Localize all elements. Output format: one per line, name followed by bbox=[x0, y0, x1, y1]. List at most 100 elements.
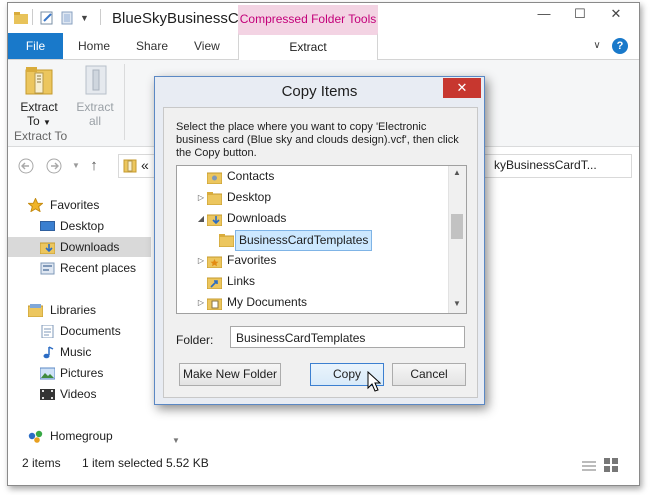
extract-to-label-2: To bbox=[27, 114, 40, 128]
tab-file[interactable]: File bbox=[8, 33, 63, 59]
sidebar-label: Recent places bbox=[60, 261, 137, 275]
sidebar-label: Documents bbox=[60, 324, 121, 338]
tree-item-links[interactable]: Links bbox=[177, 271, 447, 292]
scroll-up-icon[interactable]: ▲ bbox=[453, 168, 461, 177]
extract-to-label: Extract bbox=[20, 100, 58, 114]
tree-label: Links bbox=[227, 274, 256, 288]
back-icon[interactable] bbox=[18, 158, 34, 174]
close-icon[interactable]: ✕ bbox=[600, 3, 632, 25]
window-title: BlueSkyBusinessC... bbox=[112, 10, 252, 27]
status-bar: 2 items 1 item selected 5.52 KB bbox=[8, 451, 639, 475]
extract-to-button[interactable]: Extract To ▼ bbox=[14, 62, 64, 128]
sidebar-label: Pictures bbox=[60, 366, 104, 380]
folder-icon bbox=[206, 191, 223, 206]
sidebar-item-desktop[interactable]: Desktop bbox=[8, 216, 168, 236]
desktop-icon bbox=[40, 219, 55, 232]
sidebar-item-videos[interactable]: Videos bbox=[8, 384, 168, 404]
collapse-ribbon-icon[interactable]: ∨ bbox=[590, 39, 604, 53]
dialog-close-button[interactable]: ✕ bbox=[443, 78, 481, 98]
maximize-icon[interactable]: ☐ bbox=[564, 3, 596, 25]
sidebar-label: Favorites bbox=[50, 198, 100, 212]
homegroup-icon bbox=[28, 429, 43, 443]
tree-item-desktop[interactable]: ▷ Desktop bbox=[177, 187, 447, 208]
forward-icon[interactable] bbox=[46, 158, 62, 174]
sidebar-item-pictures[interactable]: Pictures bbox=[8, 363, 168, 383]
contextual-tab-header: Compressed Folder Tools bbox=[238, 5, 378, 33]
sidebar-label: Homegroup bbox=[50, 429, 113, 443]
scroll-thumb[interactable] bbox=[451, 214, 463, 239]
tree-item-contacts[interactable]: Contacts bbox=[177, 166, 447, 187]
links-folder-icon bbox=[206, 275, 223, 290]
new-folder-icon[interactable] bbox=[60, 11, 74, 25]
folder-name-input[interactable]: BusinessCardTemplates bbox=[230, 326, 465, 348]
tree-label: Contacts bbox=[227, 169, 275, 183]
recent-places-icon bbox=[40, 261, 55, 275]
expand-icon[interactable]: ▷ bbox=[197, 187, 205, 208]
tab-view[interactable]: View bbox=[194, 33, 220, 59]
help-icon[interactable]: ? bbox=[612, 38, 628, 54]
tree-item-businesscardtemplates[interactable]: BusinessCardTemplates bbox=[177, 229, 447, 251]
extract-all-icon bbox=[82, 64, 110, 99]
selection-size: 5.52 KB bbox=[166, 456, 209, 470]
sidebar-label: Videos bbox=[60, 387, 97, 401]
videos-icon bbox=[40, 387, 55, 400]
sidebar-label: Desktop bbox=[60, 219, 105, 233]
extract-all-label: Extract bbox=[76, 100, 114, 114]
address-overflow[interactable]: « bbox=[141, 156, 149, 174]
ribbon-group-label: Extract To bbox=[14, 129, 68, 143]
sidebar-item-homegroup[interactable]: Homegroup bbox=[8, 426, 168, 446]
sidebar-item-recent-places[interactable]: Recent places bbox=[8, 258, 168, 278]
up-arrow-icon[interactable]: ↑ bbox=[86, 158, 102, 174]
item-count: 2 items bbox=[22, 456, 61, 470]
scroll-down-icon[interactable]: ▼ bbox=[453, 299, 461, 308]
copy-items-dialog: Copy Items ✕ Select the place where you … bbox=[154, 76, 485, 405]
tree-item-favorites[interactable]: ▷ Favorites bbox=[177, 250, 447, 271]
tree-label: Desktop bbox=[227, 190, 272, 204]
tree-label-selected: BusinessCardTemplates bbox=[235, 230, 373, 251]
extract-to-icon bbox=[24, 64, 54, 99]
address-path-tail: kyBusinessCardT... bbox=[494, 158, 597, 172]
recent-locations-icon[interactable]: ▼ bbox=[68, 158, 84, 174]
sidebar-label: Downloads bbox=[60, 240, 120, 254]
sidebar-item-libraries[interactable]: Libraries bbox=[8, 300, 168, 320]
dialog-body: Select the place where you want to copy … bbox=[163, 107, 478, 398]
scroll-down-icon[interactable]: ▼ bbox=[172, 436, 180, 445]
tree-item-my-documents[interactable]: ▷ My Documents bbox=[177, 292, 447, 313]
tab-share[interactable]: Share bbox=[136, 33, 168, 59]
customize-quick-access-icon[interactable]: ▼ bbox=[80, 11, 94, 25]
downloads-folder-icon bbox=[39, 240, 56, 255]
collapse-icon[interactable]: ◢ bbox=[197, 208, 205, 229]
tree-scrollbar[interactable]: ▲ ▼ bbox=[448, 166, 466, 313]
tree-label: Downloads bbox=[227, 211, 287, 225]
make-new-folder-button[interactable]: Make New Folder bbox=[179, 363, 281, 386]
large-icons-view-icon[interactable] bbox=[604, 456, 618, 480]
mouse-cursor-icon bbox=[367, 370, 382, 396]
sidebar-label: Music bbox=[60, 345, 92, 359]
star-icon bbox=[27, 197, 44, 213]
details-view-icon[interactable] bbox=[582, 457, 596, 481]
cancel-button[interactable]: Cancel bbox=[392, 363, 466, 386]
tab-home[interactable]: Home bbox=[78, 33, 110, 59]
tree-item-downloads[interactable]: ◢ Downloads bbox=[177, 208, 447, 229]
folder-tree[interactable]: Contacts ▷ Desktop ◢ Downloads BusinessC… bbox=[176, 165, 467, 314]
contacts-folder-icon bbox=[206, 170, 223, 185]
folder-label: Folder: bbox=[176, 333, 214, 347]
pictures-icon bbox=[39, 366, 56, 380]
zip-folder-icon bbox=[123, 158, 137, 176]
title-bar: ▼ BlueSkyBusinessC... Compressed Folder … bbox=[8, 3, 639, 33]
dropdown-arrow-icon: ▼ bbox=[43, 118, 51, 127]
tree-label: My Documents bbox=[227, 295, 308, 309]
sidebar-item-favorites[interactable]: Favorites bbox=[8, 195, 168, 215]
expand-icon[interactable]: ▷ bbox=[197, 250, 205, 271]
sidebar-item-documents[interactable]: Documents bbox=[8, 321, 168, 341]
minimize-icon[interactable]: — bbox=[528, 3, 560, 25]
ribbon-tabs: File Home Share View Extract ∨ ? bbox=[8, 33, 639, 60]
tab-extract[interactable]: Extract bbox=[238, 33, 378, 60]
sidebar-item-music[interactable]: Music bbox=[8, 342, 168, 362]
properties-icon[interactable] bbox=[40, 11, 54, 25]
selection-info: 1 item selected bbox=[82, 456, 163, 470]
libraries-icon bbox=[27, 303, 44, 318]
sidebar-item-downloads[interactable]: Downloads bbox=[8, 237, 151, 257]
expand-icon[interactable]: ▷ bbox=[197, 292, 205, 313]
dialog-title: Copy Items bbox=[281, 83, 358, 100]
